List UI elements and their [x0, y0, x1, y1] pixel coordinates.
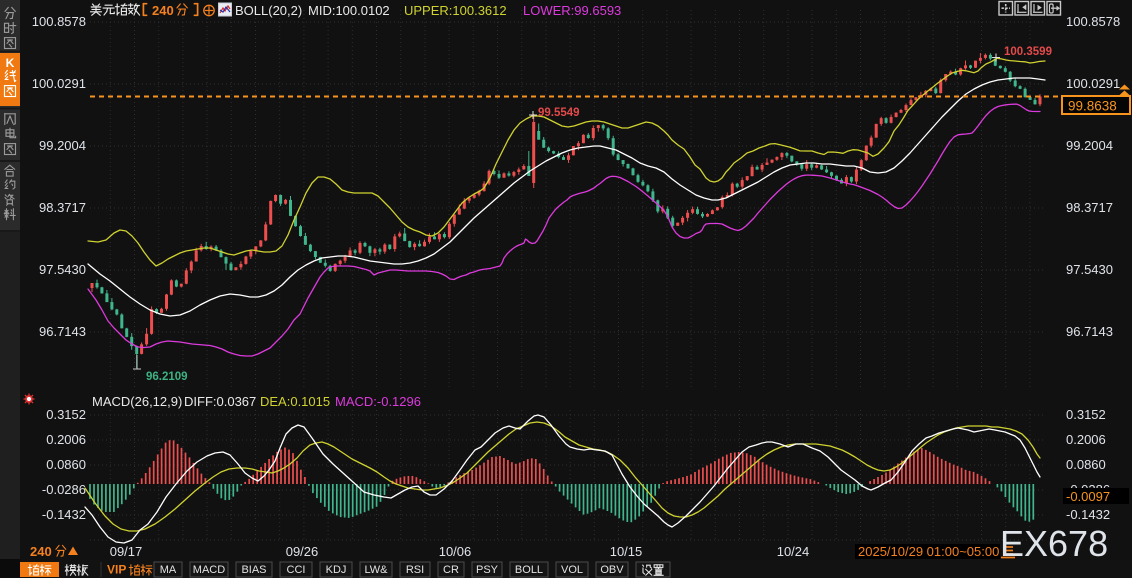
svg-text:UPPER:100.3612: UPPER:100.3612: [404, 3, 507, 18]
svg-text:MID:100.0102: MID:100.0102: [308, 3, 390, 18]
svg-text:99.2004: 99.2004: [39, 138, 86, 153]
svg-text:MACD(26,12,9): MACD(26,12,9): [92, 394, 182, 409]
svg-text:-0.1432: -0.1432: [1066, 507, 1110, 522]
svg-text:100.8578: 100.8578: [32, 14, 86, 29]
svg-text:97.5430: 97.5430: [1066, 262, 1113, 277]
svg-text:100.8578: 100.8578: [1066, 14, 1120, 29]
svg-text:0.3152: 0.3152: [1066, 407, 1106, 422]
svg-text:98.3717: 98.3717: [39, 200, 86, 215]
svg-text:10/06: 10/06: [439, 544, 472, 559]
svg-text:KDJ: KDJ: [326, 564, 347, 576]
svg-text:MACD:-0.1296: MACD:-0.1296: [335, 394, 421, 409]
svg-text:CR: CR: [443, 564, 459, 576]
svg-text:240: 240: [30, 544, 52, 559]
svg-text:96.7143: 96.7143: [1066, 324, 1113, 339]
svg-text:09/26: 09/26: [286, 544, 319, 559]
svg-text:98.3717: 98.3717: [1066, 200, 1113, 215]
svg-text:-0.1432: -0.1432: [42, 507, 86, 522]
svg-text:100.0291: 100.0291: [1066, 76, 1120, 91]
svg-text:0.0860: 0.0860: [46, 457, 86, 472]
svg-text:BOLL(20,2): BOLL(20,2): [235, 3, 302, 18]
svg-text:99.5549: 99.5549: [538, 107, 580, 119]
svg-text:0.0860: 0.0860: [1066, 457, 1106, 472]
svg-text:BIAS: BIAS: [241, 564, 266, 576]
svg-text:RSI: RSI: [406, 564, 424, 576]
svg-text:LOWER:99.6593: LOWER:99.6593: [523, 3, 621, 18]
svg-text:10/24: 10/24: [777, 544, 810, 559]
svg-text:99.8638: 99.8638: [1068, 99, 1117, 114]
svg-text:MA: MA: [160, 564, 177, 576]
svg-text:EX678: EX678: [1000, 523, 1108, 564]
svg-text:97.5430: 97.5430: [39, 262, 86, 277]
svg-text:CCI: CCI: [287, 564, 306, 576]
svg-text:VIP: VIP: [107, 563, 126, 577]
svg-text:DIFF:0.0367: DIFF:0.0367: [184, 394, 256, 409]
svg-text:09/17: 09/17: [110, 544, 143, 559]
svg-text:LW&: LW&: [364, 564, 388, 576]
svg-text:PSY: PSY: [476, 564, 499, 576]
svg-text:99.2004: 99.2004: [1066, 138, 1113, 153]
svg-text:0.2006: 0.2006: [1066, 432, 1106, 447]
svg-text:VOL: VOL: [561, 564, 583, 576]
svg-text:BOLL: BOLL: [515, 564, 543, 576]
svg-text:96.7143: 96.7143: [39, 324, 86, 339]
svg-text:0.3152: 0.3152: [46, 407, 86, 422]
svg-text:240: 240: [152, 3, 174, 18]
svg-text:0.2006: 0.2006: [46, 432, 86, 447]
svg-text:K: K: [6, 56, 15, 70]
svg-text:DEA:0.1015: DEA:0.1015: [260, 394, 330, 409]
svg-text:100.0291: 100.0291: [32, 76, 86, 91]
svg-text:MACD: MACD: [193, 564, 225, 576]
svg-text:-0.0286: -0.0286: [42, 482, 86, 497]
svg-text:OBV: OBV: [600, 564, 624, 576]
svg-text:-0.0097: -0.0097: [1066, 489, 1110, 504]
svg-text:10/15: 10/15: [610, 544, 643, 559]
svg-text:96.2109: 96.2109: [146, 371, 188, 383]
svg-text:2025/10/29 01:00~05:00: 2025/10/29 01:00~05:00: [858, 544, 999, 559]
svg-text:100.3599: 100.3599: [1004, 46, 1052, 58]
